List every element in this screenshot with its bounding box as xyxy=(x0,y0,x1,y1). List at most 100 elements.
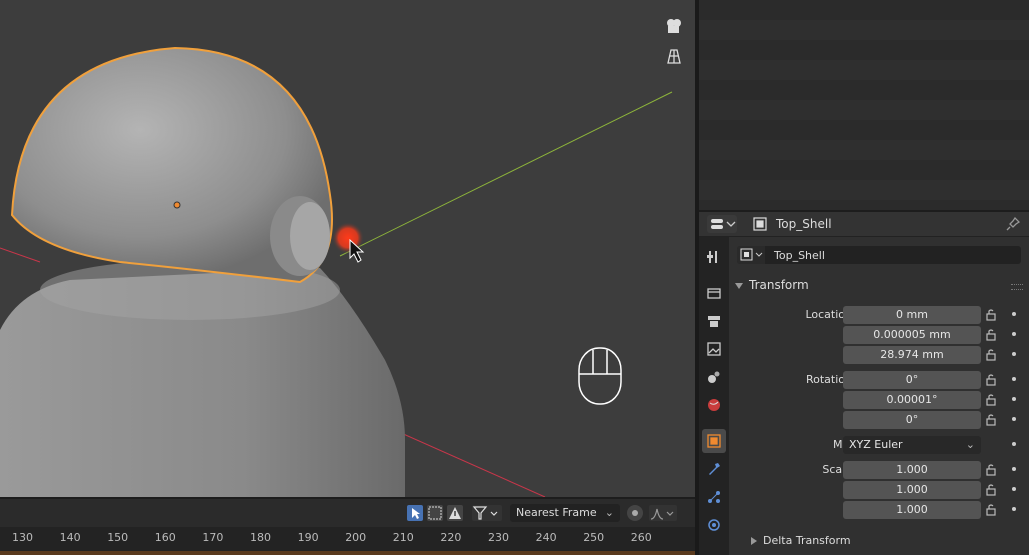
scale-x-row: Scale X 1.000 xyxy=(729,460,1029,480)
timeline-header: Nearest Frame ⌄ xyxy=(0,499,695,527)
playhead-strip xyxy=(0,551,695,555)
scale-x-field[interactable]: 1.000 xyxy=(843,461,981,479)
timeline-tick-label: 150 xyxy=(107,531,129,544)
lock-icon[interactable] xyxy=(985,413,999,430)
timeline-tick-label: 160 xyxy=(154,531,176,544)
chevron-down-icon: ⌄ xyxy=(604,506,614,519)
y-axis-line xyxy=(339,91,673,257)
delta-transform-title: Delta Transform xyxy=(763,534,851,547)
delta-transform-panel[interactable]: Delta Transform xyxy=(751,534,851,547)
timeline-tick-label: 180 xyxy=(250,531,271,544)
location-y-field[interactable]: 0.000005 mm xyxy=(843,326,981,344)
transform-panel-header[interactable]: Transform xyxy=(735,278,809,292)
keyframe-dot[interactable] xyxy=(1012,377,1016,381)
lock-icon[interactable] xyxy=(985,373,999,390)
rotation-x-field[interactable]: 0° xyxy=(843,371,981,389)
timeline-tick-label: 230 xyxy=(488,531,509,544)
lock-icon[interactable] xyxy=(985,503,999,520)
location-x-field[interactable]: 0 mm xyxy=(843,306,981,324)
lock-icon[interactable] xyxy=(985,463,999,480)
keyframe-dot[interactable] xyxy=(1012,397,1016,401)
lock-icon[interactable] xyxy=(985,308,999,325)
rotation-mode-value: XYZ Euler xyxy=(849,438,903,451)
falloff-curve-icon[interactable] xyxy=(649,505,677,521)
lock-icon[interactable] xyxy=(985,348,999,365)
proportional-editing-icon[interactable] xyxy=(627,505,643,521)
select-tool-icon[interactable] xyxy=(407,505,423,521)
grid-view-icon[interactable] xyxy=(662,44,686,68)
keyframe-dot[interactable] xyxy=(1012,352,1016,356)
view-layer-icon[interactable] xyxy=(702,337,726,361)
timeline-tick-label: 140 xyxy=(59,531,81,544)
properties-title: Top_Shell xyxy=(776,217,832,231)
keyframe-dot[interactable] xyxy=(1012,467,1016,471)
collapse-triangle-icon xyxy=(735,282,743,289)
box-select-icon[interactable] xyxy=(427,505,443,521)
rotation-x-row: Rotation X 0° xyxy=(729,370,1029,390)
physics-icon[interactable] xyxy=(702,513,726,537)
timeline-tick-label: 200 xyxy=(345,531,367,544)
x-axis-line-left xyxy=(0,247,41,263)
properties-editor: Top_Shell Top_Shell Transform Location X… xyxy=(699,212,1029,555)
timeline-tick-label: 260 xyxy=(630,531,652,544)
pin-icon[interactable] xyxy=(1005,216,1021,235)
keyframe-dot[interactable] xyxy=(1012,312,1016,316)
outliner-area[interactable] xyxy=(699,0,1029,210)
particles-icon[interactable] xyxy=(702,485,726,509)
render-icon[interactable] xyxy=(702,281,726,305)
timeline-tick-label: 220 xyxy=(440,531,462,544)
rotation-mode-row: Mode XYZ Euler⌄ xyxy=(729,435,1029,455)
scale-y-row: Y 1.000 xyxy=(729,480,1029,500)
modifier-icon[interactable] xyxy=(702,457,726,481)
timeline-tick-label: 170 xyxy=(202,531,224,544)
panel-grip-icon[interactable] xyxy=(1011,284,1023,290)
rotation-y-row: Y 0.00001° xyxy=(729,390,1029,410)
output-icon[interactable] xyxy=(702,309,726,333)
transform-panel-title: Transform xyxy=(749,278,809,292)
keyframe-dot[interactable] xyxy=(1012,417,1016,421)
tool-icon[interactable] xyxy=(702,245,726,269)
keyframe-dot[interactable] xyxy=(1012,442,1016,446)
editor-type-button[interactable] xyxy=(707,215,737,233)
lock-icon[interactable] xyxy=(985,483,999,500)
rotation-z-row: Z 0° xyxy=(729,410,1029,430)
rotation-y-field[interactable]: 0.00001° xyxy=(843,391,981,409)
timeline-tick-label: 250 xyxy=(583,531,605,544)
object-properties: Top_Shell Transform Location X 0 mm Y 0.… xyxy=(729,237,1029,555)
viewport-scene[interactable] xyxy=(0,0,695,497)
keyframe-dot[interactable] xyxy=(1012,507,1016,511)
rotation-mode-select[interactable]: XYZ Euler ⌄ xyxy=(843,436,981,454)
object-origin xyxy=(173,201,181,209)
properties-header: Top_Shell xyxy=(699,212,1029,237)
scale-z-row: Z 1.000 xyxy=(729,500,1029,520)
scene-icon[interactable] xyxy=(702,365,726,389)
world-icon[interactable] xyxy=(702,393,726,417)
lock-icon[interactable] xyxy=(985,328,999,345)
warning-icon[interactable] xyxy=(447,505,463,521)
filter-icon[interactable] xyxy=(472,505,502,521)
mouse-icon xyxy=(578,347,622,405)
timeline-tick-label: 130 xyxy=(12,531,33,544)
snap-mode-select[interactable]: Nearest Frame ⌄ xyxy=(510,504,620,522)
object-name-text: Top_Shell xyxy=(774,249,825,262)
object-icon[interactable] xyxy=(702,429,726,453)
chevron-down-icon: ⌄ xyxy=(965,438,975,451)
location-z-field[interactable]: 28.974 mm xyxy=(843,346,981,364)
timeline-tick-label: 190 xyxy=(297,531,319,544)
scale-y-field[interactable]: 1.000 xyxy=(843,481,981,499)
rotation-z-field[interactable]: 0° xyxy=(843,411,981,429)
scale-z-field[interactable]: 1.000 xyxy=(843,501,981,519)
keyframe-dot[interactable] xyxy=(1012,487,1016,491)
3d-viewport[interactable] xyxy=(0,0,695,497)
snap-mode-value: Nearest Frame xyxy=(516,506,597,519)
object-data-icon xyxy=(753,217,767,234)
camera-icon[interactable] xyxy=(662,14,686,38)
timeline-tick-label: 210 xyxy=(392,531,414,544)
timeline-ruler[interactable]: 130 140 150 160 170 180 190 200 210 220 230 240 250 2… xyxy=(0,527,695,551)
object-browse-button[interactable] xyxy=(737,246,765,264)
object-name-field[interactable]: Top_Shell xyxy=(737,246,1021,264)
lock-icon[interactable] xyxy=(985,393,999,410)
keyframe-dot[interactable] xyxy=(1012,332,1016,336)
property-tabs xyxy=(699,237,729,555)
timeline-tick-label: 240 xyxy=(535,531,557,544)
